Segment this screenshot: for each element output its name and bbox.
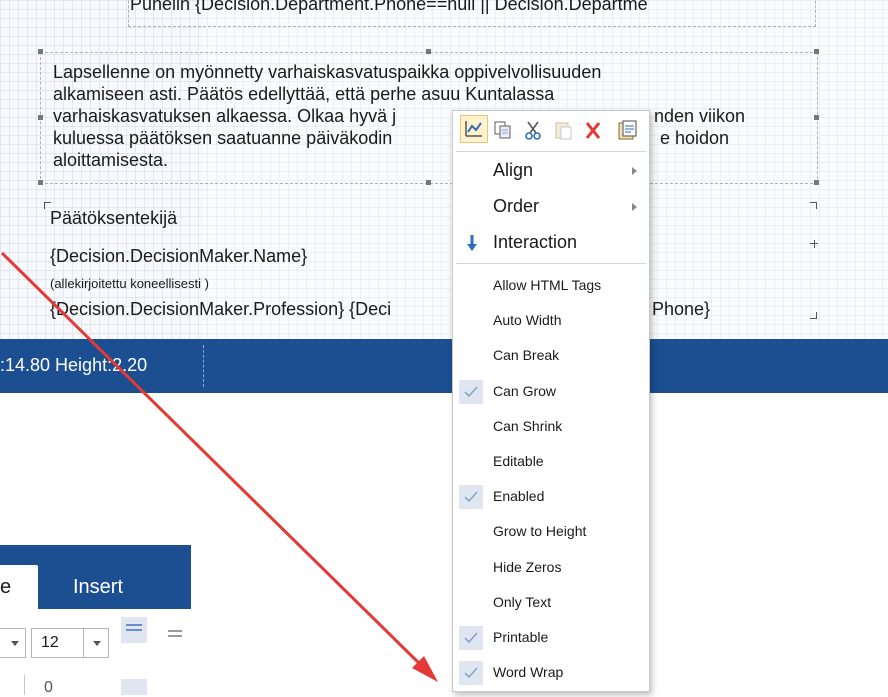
- annotation-arrow: [0, 251, 438, 682]
